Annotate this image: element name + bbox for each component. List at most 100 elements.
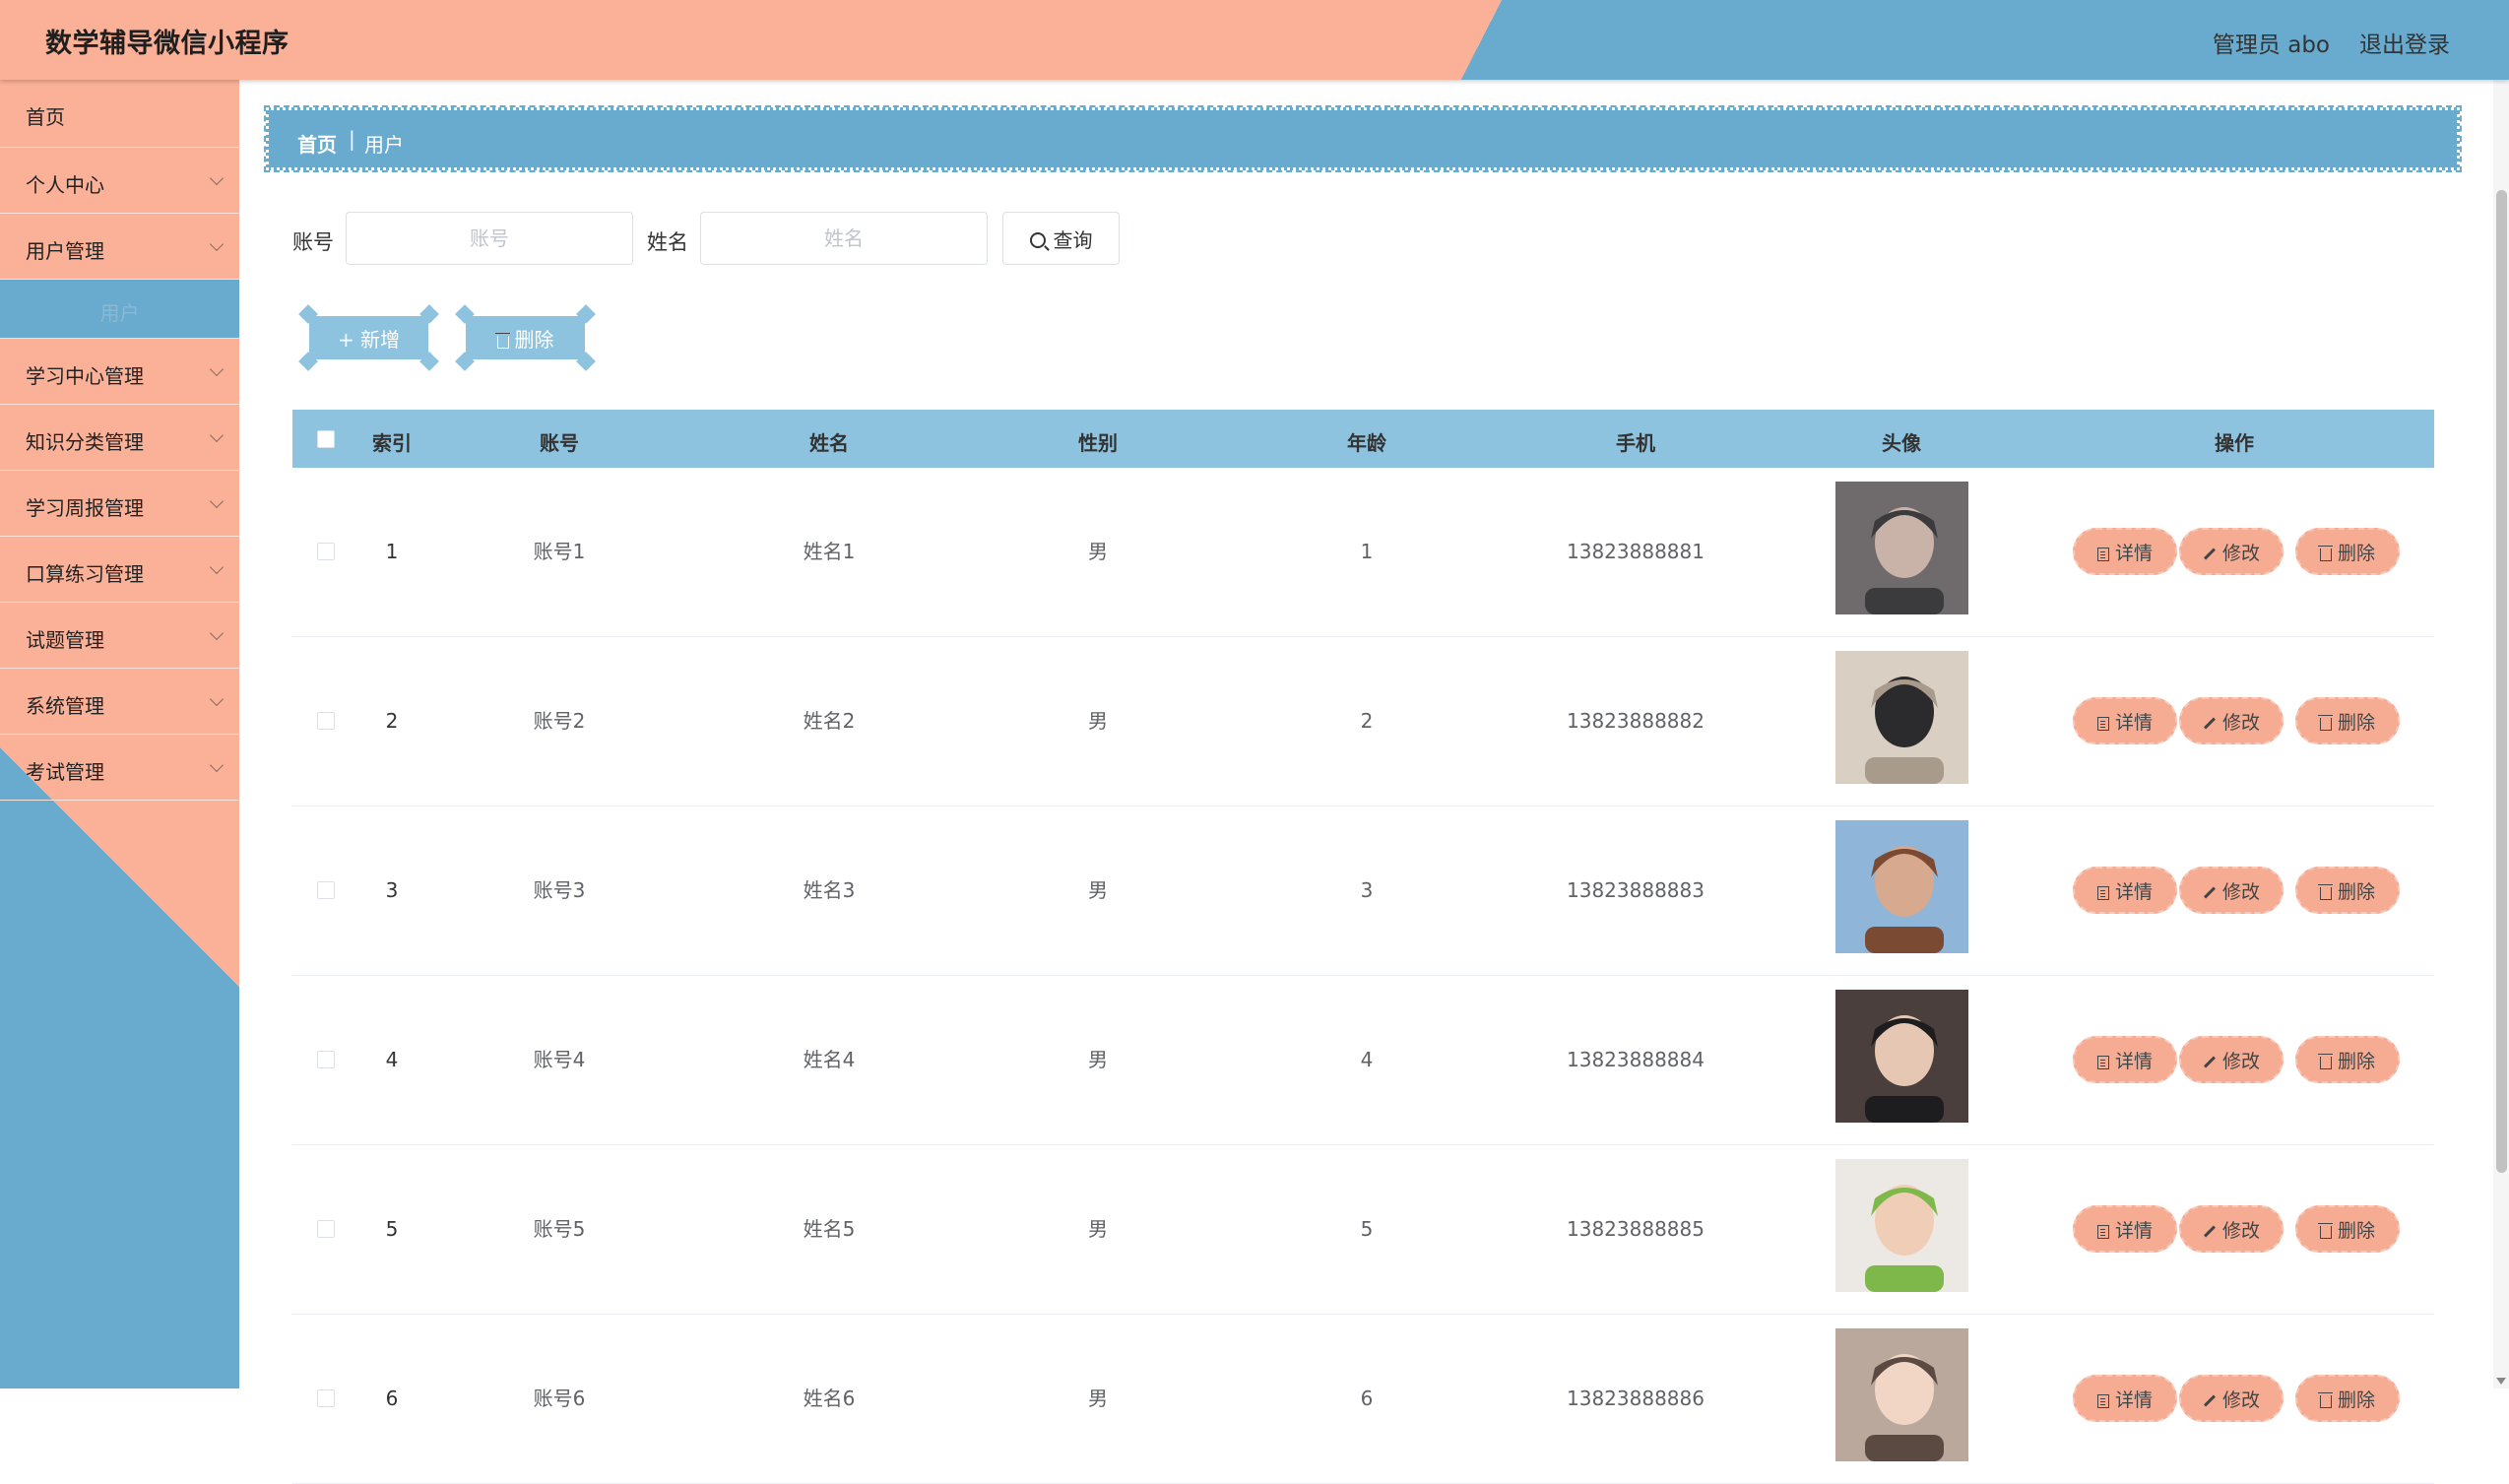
edit-button[interactable]: 修改 [2179, 867, 2284, 914]
row-checkbox[interactable] [317, 1389, 335, 1407]
delete-button[interactable]: 删除 [2295, 1205, 2400, 1253]
cell-name: 姓名5 [803, 1217, 856, 1241]
name-search-label: 姓名 [647, 230, 688, 254]
detail-button[interactable]: 详情 [2073, 697, 2177, 744]
cell-gender: 男 [1088, 709, 1108, 733]
sidebar-item-user-management[interactable]: 用户管理 [0, 214, 239, 280]
sidebar-item-questions[interactable]: 试题管理 [0, 603, 239, 669]
cell-account: 账号3 [533, 878, 586, 902]
delete-button[interactable]: 删除 [2295, 697, 2400, 744]
detail-button[interactable]: 详情 [2073, 1375, 2177, 1422]
logout-link[interactable]: 退出登录 [2359, 26, 2450, 59]
scroll-down-arrow-icon[interactable] [2496, 1378, 2506, 1385]
row-checkbox[interactable] [317, 1051, 335, 1068]
table-row: 4 账号4 姓名4 男 4 13823888884 详情 修改 删除 [292, 976, 2434, 1145]
sidebar-item-label: 首页 [26, 105, 65, 129]
trash-icon [2317, 1222, 2333, 1239]
delete-button[interactable]: 删除 [2295, 1036, 2400, 1083]
batch-delete-label: 删除 [514, 327, 554, 352]
sidebar-item-weekly-report[interactable]: 学习周报管理 [0, 471, 239, 537]
scrollbar-thumb[interactable] [2496, 190, 2507, 1173]
delete-button[interactable]: 删除 [2295, 528, 2400, 575]
batch-delete-button[interactable]: 删除 [455, 304, 596, 371]
chevron-down-icon [209, 361, 225, 377]
chevron-down-icon [209, 493, 225, 509]
sidebar-item-personal-center[interactable]: 个人中心 [0, 148, 239, 214]
detail-button-label: 详情 [2114, 880, 2153, 903]
account-search-input[interactable] [346, 212, 633, 265]
cell-account: 账号2 [533, 709, 586, 733]
name-search-input[interactable] [700, 212, 988, 265]
sidebar-item-label: 系统管理 [26, 694, 104, 718]
select-all-checkbox[interactable] [317, 430, 335, 448]
edit-button[interactable]: 修改 [2179, 1205, 2284, 1253]
row-checkbox[interactable] [317, 1220, 335, 1238]
sidebar-item-label: 口算练习管理 [26, 562, 144, 586]
cell-gender: 男 [1088, 540, 1108, 563]
sidebar-item-mental-math[interactable]: 口算练习管理 [0, 537, 239, 603]
column-header-account: 账号 [540, 431, 579, 455]
delete-button[interactable]: 删除 [2295, 1375, 2400, 1422]
row-checkbox[interactable] [317, 543, 335, 560]
cell-age: 1 [1360, 540, 1374, 563]
detail-button-label: 详情 [2114, 542, 2153, 564]
sidebar-item-label: 学习周报管理 [26, 496, 144, 520]
edit-button[interactable]: 修改 [2179, 1375, 2284, 1422]
table-row: 3 账号3 姓名3 男 3 13823888883 详情 修改 删除 [292, 807, 2434, 976]
chevron-down-icon [209, 691, 225, 707]
column-header-phone: 手机 [1616, 431, 1655, 455]
query-button[interactable]: 查询 [1002, 212, 1120, 265]
breadcrumb-home[interactable]: 首页 [297, 129, 337, 158]
cell-phone: 13823888881 [1567, 540, 1705, 563]
cell-phone: 13823888882 [1567, 709, 1705, 733]
corner-decoration [455, 352, 475, 371]
delete-button-label: 删除 [2337, 880, 2375, 903]
sidebar-item-label: 个人中心 [26, 173, 104, 197]
cell-index: 6 [385, 1387, 399, 1410]
cell-index: 5 [385, 1217, 399, 1241]
detail-button[interactable]: 详情 [2073, 867, 2177, 914]
sidebar-item-label: 知识分类管理 [26, 430, 144, 454]
row-checkbox[interactable] [317, 712, 335, 730]
sidebar-item-study-center[interactable]: 学习中心管理 [0, 339, 239, 405]
cell-gender: 男 [1088, 1048, 1108, 1071]
delete-button-label: 删除 [2337, 542, 2375, 564]
edit-icon [2203, 1393, 2216, 1407]
column-header-index: 索引 [372, 431, 412, 455]
sidebar-item-home[interactable]: 首页 [0, 80, 239, 148]
detail-button[interactable]: 详情 [2073, 528, 2177, 575]
add-button[interactable]: + 新增 [298, 304, 439, 371]
edit-button[interactable]: 修改 [2179, 528, 2284, 575]
detail-button[interactable]: 详情 [2073, 1205, 2177, 1253]
delete-button[interactable]: 删除 [2295, 867, 2400, 914]
cell-age: 5 [1360, 1217, 1374, 1241]
sidebar-subitem-label: 用户 [99, 301, 140, 325]
avatar [1835, 820, 1968, 953]
page-scrollbar[interactable] [2493, 80, 2509, 1388]
delete-button-label: 删除 [2337, 1050, 2375, 1072]
trash-icon [2317, 714, 2333, 731]
sidebar-item-label: 学习中心管理 [26, 364, 144, 388]
trash-icon [2317, 1391, 2333, 1408]
detail-button[interactable]: 详情 [2073, 1036, 2177, 1083]
cell-account: 账号1 [533, 540, 586, 563]
edit-icon [2203, 885, 2216, 899]
sidebar-subitem-users[interactable]: 用户 [0, 280, 239, 339]
sidebar-item-exams[interactable]: 考试管理 [0, 735, 239, 801]
cell-gender: 男 [1088, 1217, 1108, 1241]
avatar [1835, 990, 1968, 1123]
breadcrumb: 首页 | 用户 [264, 105, 2462, 172]
edit-button-label: 修改 [2221, 711, 2260, 734]
sidebar-item-knowledge-category[interactable]: 知识分类管理 [0, 405, 239, 471]
cell-age: 3 [1360, 878, 1374, 902]
cell-name: 姓名6 [803, 1387, 856, 1410]
trash-icon [2317, 545, 2333, 561]
avatar [1835, 1159, 1968, 1292]
cell-index: 2 [385, 709, 399, 733]
edit-button[interactable]: 修改 [2179, 1036, 2284, 1083]
cell-index: 1 [385, 540, 399, 563]
sidebar-item-system[interactable]: 系统管理 [0, 669, 239, 735]
account-search-label: 账号 [292, 230, 334, 254]
edit-button[interactable]: 修改 [2179, 697, 2284, 744]
row-checkbox[interactable] [317, 881, 335, 899]
